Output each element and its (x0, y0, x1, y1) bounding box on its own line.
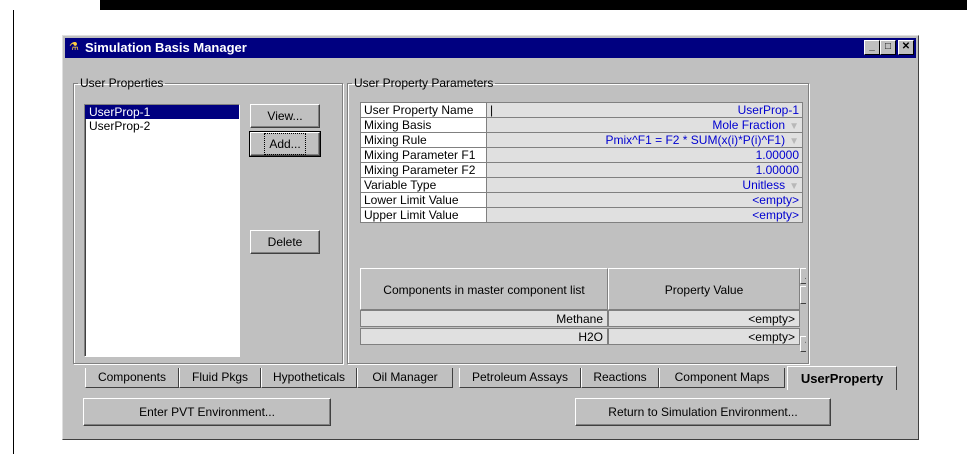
enter-pvt-label: Enter PVT Environment... (139, 405, 275, 419)
dropdown-arrow-icon[interactable]: ▼ (789, 136, 799, 147)
components-column-header[interactable]: Components in master component list (360, 268, 608, 310)
param-value-text: Unitless (742, 178, 786, 192)
close-icon: ✕ (901, 41, 911, 52)
close-button[interactable]: ✕ (898, 40, 914, 55)
dropdown-arrow-icon[interactable]: ▼ (789, 181, 799, 192)
page-border-line (13, 10, 14, 454)
tab-component-maps[interactable]: Component Maps (659, 368, 785, 388)
dropdown-arrow-icon[interactable]: ▼ (789, 121, 799, 132)
add-button-label: Add... (264, 133, 306, 155)
param-name: Lower Limit Value (360, 192, 487, 208)
table-row: Upper Limit Value <empty> (360, 207, 803, 223)
param-value[interactable]: <empty> (486, 192, 803, 208)
tab-fluid-pkgs[interactable]: Fluid Pkgs (179, 368, 261, 388)
table-row: Lower Limit Value <empty> (360, 192, 803, 208)
tab-strip: Components Fluid Pkgs Hypotheticals Oil … (63, 366, 920, 390)
app-icon: ⚗ (69, 41, 79, 53)
delete-button-label: Delete (267, 235, 303, 249)
param-name: Mixing Basis (360, 117, 487, 133)
minimize-button[interactable]: _ (864, 40, 880, 55)
parameters-table: User Property Name | UserProp-1 Mixing Ba… (360, 102, 803, 223)
table-row: Variable Type Unitless ▼ (360, 177, 803, 193)
param-value[interactable]: Unitless ▼ (486, 177, 803, 193)
param-name: User Property Name (360, 102, 487, 118)
top-banner (0, 0, 967, 10)
maximize-button[interactable]: □ (880, 40, 896, 55)
user-properties-group: User Properties UserProp-1 UserProp-2 Vi… (73, 76, 343, 364)
maximize-icon: □ (884, 41, 892, 52)
param-value[interactable]: <empty> (486, 207, 803, 223)
components-grid: Components in master component list Prop… (360, 268, 806, 354)
view-button[interactable]: View... (250, 104, 320, 128)
minimize-icon: _ (869, 41, 875, 52)
delete-button[interactable]: Delete (250, 230, 320, 254)
component-cell[interactable]: H2O (360, 328, 608, 345)
param-value-text: 1.00000 (755, 148, 799, 162)
table-row: Mixing Parameter F1 1.00000 (360, 147, 803, 163)
scroll-up-button[interactable]: ▲ (800, 268, 806, 284)
component-cell[interactable]: Methane (360, 310, 608, 327)
return-sim-label: Return to Simulation Environment... (608, 405, 798, 419)
tab-oil-manager[interactable]: Oil Manager (357, 368, 453, 388)
param-name: Mixing Parameter F1 (360, 147, 487, 163)
param-name: Upper Limit Value (360, 207, 487, 223)
return-to-simulation-button[interactable]: Return to Simulation Environment... (575, 398, 831, 426)
table-row: Mixing Rule Pmix^F1 = F2 * SUM(x(i)*P(i)… (360, 132, 803, 148)
user-properties-list[interactable]: UserProp-1 UserProp-2 (84, 104, 240, 357)
scroll-down-button[interactable]: ▼ (800, 336, 806, 352)
vertical-scrollbar[interactable]: ▲ ▼ (800, 268, 806, 354)
scroll-thumb[interactable] (800, 286, 806, 304)
param-value[interactable]: 1.00000 (486, 147, 803, 163)
param-value-text: <empty> (752, 193, 799, 207)
simulation-basis-manager-window: ⚗ Simulation Basis Manager _ □ ✕ User Pr… (62, 35, 919, 440)
param-value-text: Mole Fraction (712, 118, 786, 132)
param-value-text: UserProp-1 (737, 103, 799, 117)
user-property-parameters-legend: User Property Parameters (354, 76, 494, 90)
banner-notch (0, 0, 100, 10)
param-value-text: 1.00000 (755, 163, 799, 177)
table-row: Mixing Parameter F2 1.00000 (360, 162, 803, 178)
tab-components[interactable]: Components (85, 368, 179, 388)
table-row: User Property Name | UserProp-1 (360, 102, 803, 118)
property-value-cell[interactable]: <empty> (608, 328, 800, 345)
param-value[interactable]: Mole Fraction ▼ (486, 117, 803, 133)
arrow-down-icon: ▼ (804, 339, 806, 349)
title-bar[interactable]: ⚗ Simulation Basis Manager _ □ ✕ (65, 38, 916, 58)
text-cursor: | (490, 103, 494, 117)
user-property-parameters-group: User Property Parameters User Property N… (347, 76, 809, 364)
param-name: Mixing Parameter F2 (360, 162, 487, 178)
param-value[interactable]: | UserProp-1 (486, 102, 803, 118)
property-value-column-header[interactable]: Property Value (608, 268, 800, 310)
add-button[interactable]: Add... (249, 131, 321, 157)
param-value-text: Pmix^F1 = F2 * SUM(x(i)*P(i)^F1) (605, 133, 786, 147)
param-name: Variable Type (360, 177, 487, 193)
arrow-up-icon: ▲ (804, 271, 806, 281)
param-name: Mixing Rule (360, 132, 487, 148)
param-value-text: <empty> (752, 208, 799, 222)
table-row: Mixing Basis Mole Fraction ▼ (360, 117, 803, 133)
user-properties-legend: User Properties (80, 76, 164, 90)
tab-userproperty[interactable]: UserProperty (787, 366, 897, 390)
view-button-label: View... (267, 109, 303, 123)
tab-reactions[interactable]: Reactions (581, 368, 659, 388)
param-value[interactable]: Pmix^F1 = F2 * SUM(x(i)*P(i)^F1) ▼ (486, 132, 803, 148)
tab-petroleum-assays[interactable]: Petroleum Assays (459, 368, 581, 388)
tab-hypotheticals[interactable]: Hypotheticals (261, 368, 357, 388)
window-title: Simulation Basis Manager (85, 40, 247, 55)
property-value-cell[interactable]: <empty> (608, 310, 800, 327)
list-item[interactable]: UserProp-1 (85, 105, 239, 119)
list-item[interactable]: UserProp-2 (85, 119, 239, 133)
enter-pvt-environment-button[interactable]: Enter PVT Environment... (83, 398, 331, 426)
param-value[interactable]: 1.00000 (486, 162, 803, 178)
